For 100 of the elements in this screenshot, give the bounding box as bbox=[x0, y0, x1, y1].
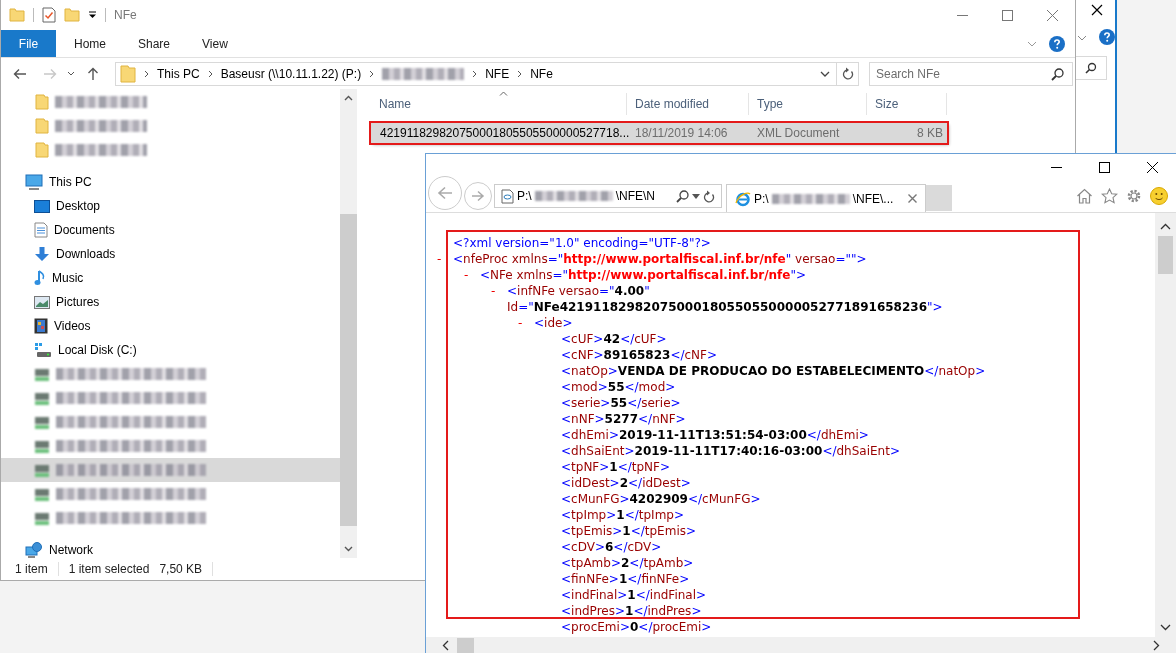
refresh-button[interactable] bbox=[837, 61, 859, 86]
nav-label: Desktop bbox=[56, 199, 101, 213]
blurred-breadcrumb[interactable] bbox=[382, 67, 465, 80]
status-text: 1 item bbox=[15, 562, 48, 576]
xml-line: <serie>55</serie> bbox=[561, 395, 681, 411]
breadcrumb-item[interactable]: NFE bbox=[485, 66, 510, 81]
folder-icon[interactable] bbox=[64, 8, 80, 22]
settings-icon[interactable] bbox=[1126, 188, 1142, 204]
home-icon[interactable] bbox=[1076, 188, 1093, 204]
nav-item[interactable]: Music bbox=[1, 266, 340, 290]
nav-item[interactable]: Pictures bbox=[1, 290, 340, 314]
file-size: 8 KB bbox=[916, 126, 944, 140]
maximize-icon bbox=[1002, 9, 1013, 21]
desktop-icon bbox=[34, 199, 50, 213]
refresh-icon[interactable] bbox=[703, 189, 715, 203]
picture-icon bbox=[34, 295, 50, 309]
folder-icon[interactable] bbox=[9, 8, 25, 22]
chevron-right-icon bbox=[517, 69, 523, 78]
address-bar[interactable]: This PC Baseusr (\\10.11.1.22) (P:) NFE NFe bbox=[115, 61, 837, 86]
page-icon bbox=[501, 188, 514, 204]
window-title: NFe bbox=[114, 8, 137, 22]
refresh-icon bbox=[841, 67, 854, 80]
chevron-up-icon[interactable] bbox=[344, 95, 353, 101]
address-bar[interactable]: P:\ \NFE\N bbox=[494, 184, 722, 208]
folder-icon bbox=[35, 142, 49, 158]
column-header[interactable]: Name bbox=[371, 93, 627, 115]
ribbon-tab[interactable]: File bbox=[1, 30, 56, 57]
dropdown-icon[interactable] bbox=[88, 11, 97, 19]
computer-icon bbox=[25, 174, 43, 190]
collapse-toggle[interactable]: - bbox=[518, 315, 534, 331]
nav-item[interactable]: Local Disk (C:) bbox=[1, 338, 340, 362]
properties-icon[interactable] bbox=[42, 7, 56, 23]
chevron-down-icon[interactable] bbox=[67, 71, 75, 76]
help-icon[interactable] bbox=[1049, 35, 1065, 52]
nav-item[interactable]: Desktop bbox=[1, 194, 340, 218]
xml-line: <idDest>2</idDest> bbox=[561, 475, 691, 491]
minimize-icon bbox=[957, 14, 968, 16]
download-arrow-icon bbox=[34, 246, 50, 262]
nav-item[interactable]: This PC bbox=[1, 170, 340, 194]
chevron-up-icon[interactable] bbox=[1160, 223, 1171, 230]
breadcrumb-item[interactable]: NFe bbox=[530, 66, 553, 81]
star-icon[interactable] bbox=[1101, 188, 1118, 204]
nav-label: Downloads bbox=[56, 247, 116, 261]
network-drive-icon bbox=[34, 438, 50, 454]
address-text: P:\ bbox=[517, 189, 532, 203]
address-text: \NFE\N bbox=[615, 189, 655, 203]
xml-line: <indPres>1</indPres> bbox=[561, 603, 702, 619]
scrollbar-thumb[interactable] bbox=[340, 214, 357, 526]
up-arrow-icon[interactable] bbox=[87, 66, 99, 81]
browser-tab[interactable]: P:\ \NFE\... bbox=[726, 184, 926, 212]
column-header[interactable]: Date modified bbox=[627, 93, 749, 115]
chevron-right-icon[interactable] bbox=[1153, 640, 1160, 651]
xml-line: <dhSaiEnt>2019-11-11T17:40:16-03:00</dhSaiEnt> bbox=[561, 443, 900, 459]
scrollbar[interactable] bbox=[340, 89, 357, 558]
minimize-icon bbox=[1050, 166, 1062, 168]
file-row[interactable]: 421911829820750001805505500000527718... 18/11/2019 14:06 XML Document 8 KB bbox=[371, 123, 947, 143]
nav-label: This PC bbox=[49, 175, 92, 189]
nav-label: Videos bbox=[54, 319, 91, 333]
scrollbar-thumb[interactable] bbox=[457, 638, 474, 653]
ribbon-tab[interactable]: Home bbox=[58, 30, 122, 57]
chevron-down-icon[interactable] bbox=[820, 70, 830, 77]
maximize-icon bbox=[1098, 161, 1110, 173]
search-icon[interactable] bbox=[676, 189, 689, 203]
xml-line: <indFinal>1</indFinal> bbox=[561, 587, 707, 603]
chevron-right-icon bbox=[369, 69, 375, 78]
film-icon bbox=[34, 318, 48, 334]
ribbon-tab[interactable]: Share bbox=[122, 30, 187, 57]
back-arrow-icon[interactable] bbox=[13, 67, 27, 80]
ribbon-tab[interactable]: View bbox=[186, 30, 244, 57]
dropdown-icon[interactable] bbox=[692, 193, 700, 199]
scrollbar-thumb[interactable] bbox=[1158, 236, 1173, 274]
xml-line: <mod>55</mod> bbox=[561, 379, 676, 395]
chevron-down-icon[interactable] bbox=[1160, 624, 1171, 631]
breadcrumb-item[interactable]: This PC bbox=[157, 66, 200, 81]
chevron-down-icon[interactable] bbox=[344, 546, 353, 552]
scrollbar[interactable] bbox=[1155, 213, 1176, 637]
nav-item[interactable]: Downloads bbox=[1, 242, 340, 266]
folder-icon bbox=[35, 118, 49, 134]
network-icon bbox=[25, 542, 43, 558]
collapse-toggle[interactable]: - bbox=[464, 267, 480, 283]
nav-item[interactable]: Videos bbox=[1, 314, 340, 338]
nav-item[interactable]: Network bbox=[1, 538, 340, 562]
close-icon[interactable] bbox=[1091, 4, 1103, 16]
scrollbar[interactable] bbox=[426, 637, 1176, 653]
collapse-toggle[interactable]: - bbox=[491, 283, 507, 299]
nav-item[interactable] bbox=[1, 458, 340, 482]
xml-line: <procEmi>0</procEmi> bbox=[561, 619, 712, 635]
smiley-icon[interactable] bbox=[1150, 187, 1168, 205]
xml-line: Id="NFe42191182982075000180550550000052771891658236"> bbox=[507, 299, 943, 315]
search-field[interactable]: Search NFe bbox=[869, 61, 1073, 86]
breadcrumb-item[interactable]: Baseusr (\\10.11.1.22) (P:) bbox=[220, 66, 362, 81]
chevron-right-icon bbox=[472, 69, 478, 78]
chevron-right-icon bbox=[144, 69, 149, 78]
help-icon[interactable] bbox=[1099, 29, 1115, 45]
nav-item[interactable]: Documents bbox=[1, 218, 340, 242]
xml-line: <NFe xmlns="http://www.portalfiscal.inf.br/nfe"> bbox=[480, 267, 807, 283]
column-header[interactable]: Size bbox=[867, 93, 947, 115]
column-header[interactable]: Type bbox=[749, 93, 867, 115]
chevron-right-icon bbox=[207, 69, 213, 78]
chevron-left-icon[interactable] bbox=[442, 640, 449, 651]
